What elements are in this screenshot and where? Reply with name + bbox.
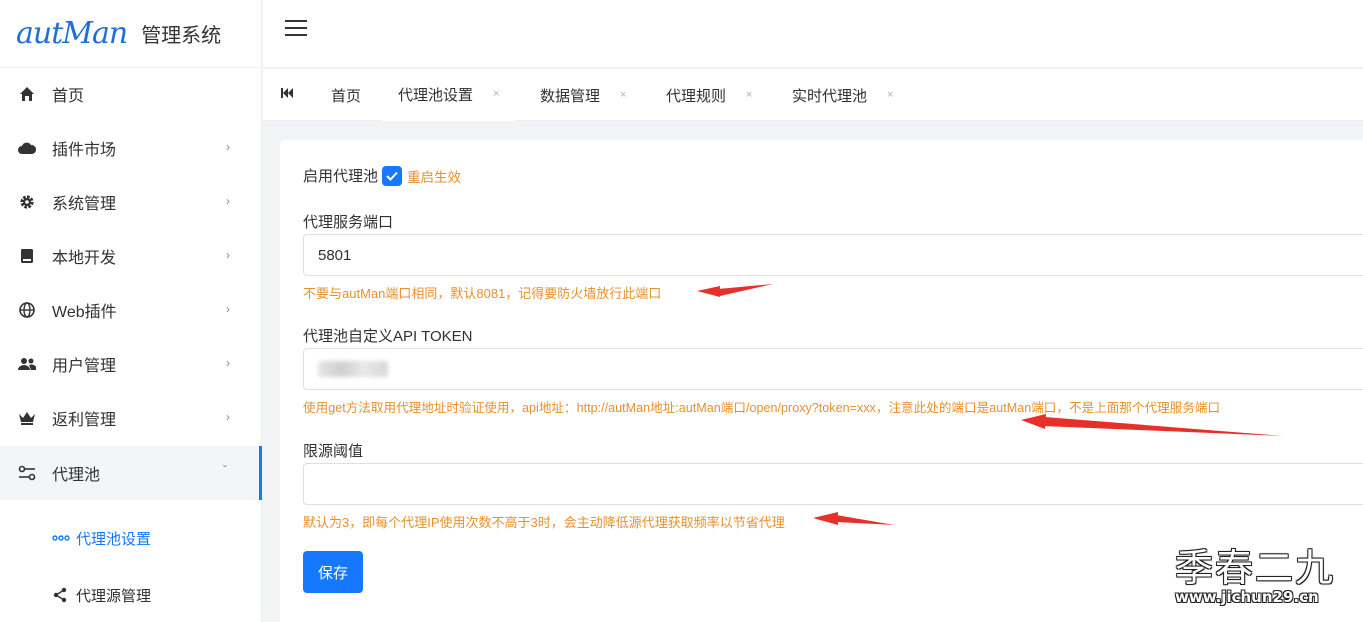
check-icon	[386, 171, 398, 181]
sidebar-item-label: 本地开发	[52, 250, 117, 267]
sidebar-item-label: 用户管理	[52, 358, 117, 375]
tab-bar: 首页 代理池设置 × 数据管理 × 代理规则 × 实时代理池 ×	[263, 69, 1363, 121]
sidebar-subitem-proxy-settings[interactable]: 代理池设置	[0, 511, 262, 565]
port-label: 代理服务端口	[303, 214, 394, 231]
sidebar-subitem-label: 代理池设置	[76, 530, 152, 548]
token-value-blurred	[318, 361, 388, 377]
tab-label: 实时代理池	[792, 87, 868, 105]
sidebar-item-label: 代理池	[52, 467, 101, 484]
tab-label: 代理规则	[666, 87, 727, 105]
tab-label: 数据管理	[540, 87, 601, 105]
cloud-icon	[18, 139, 36, 157]
sidebar-item-rebate[interactable]: 返利管理 ›	[0, 391, 262, 445]
port-input[interactable]: 5801	[303, 234, 1363, 276]
sidebar-item-label: 系统管理	[52, 196, 117, 213]
sidebar-item-label: 返利管理	[52, 412, 117, 429]
brand: autMan 管理系统	[0, 0, 261, 68]
watermark: 季春二九 www.jichun29.cn	[1175, 546, 1345, 606]
port-hint: 不要与autMan端口相同，默认8081，记得要防火墙放行此端口	[303, 286, 662, 301]
enable-checkbox[interactable]	[382, 165, 403, 186]
tab-label: 首页	[331, 87, 362, 105]
threshold-hint: 默认为3，即每个代理IP使用次数不高于3时，会主动降低源代理获取频率以节省代理	[303, 515, 785, 530]
threshold-input[interactable]	[303, 463, 1363, 505]
globe-icon	[18, 301, 36, 319]
tab-home[interactable]: 首页	[331, 69, 361, 121]
sidebar-item-users[interactable]: 用户管理 ›	[0, 337, 262, 391]
sidebar-item-local-dev[interactable]: 本地开发 ›	[0, 229, 262, 283]
tab-proxy-settings[interactable]: 代理池设置 ×	[381, 69, 517, 121]
chevron-right-icon: ›	[226, 140, 230, 154]
chevron-right-icon: ›	[226, 356, 230, 370]
sidebar-item-label: 首页	[52, 88, 85, 105]
watermark-text: 季春二九	[1175, 546, 1336, 590]
sidebar-item-proxy-pool[interactable]: 代理池 ˇ	[0, 446, 262, 500]
enable-note: 重启生效	[407, 169, 462, 185]
menu-toggle-icon[interactable]	[285, 20, 307, 38]
chevron-right-icon: ›	[226, 302, 230, 316]
top-header	[263, 0, 1363, 68]
chevron-right-icon: ›	[226, 248, 230, 262]
sidebar: autMan 管理系统 首页 插件市场 › 系统管理 › 本地开发 › Web插…	[0, 0, 262, 622]
enable-row: 启用代理池 重启生效	[303, 165, 461, 186]
sidebar-subitem-proxy-source[interactable]: 代理源管理	[0, 568, 262, 622]
close-icon[interactable]: ×	[887, 89, 893, 101]
crown-icon	[18, 409, 36, 427]
close-icon[interactable]: ×	[746, 89, 752, 101]
sidebar-item-system[interactable]: 系统管理 ›	[0, 175, 262, 229]
token-label: 代理池自定义API TOKEN	[303, 328, 473, 345]
sidebar-item-label: Web插件	[52, 304, 117, 321]
brand-logo: autMan	[16, 16, 128, 51]
sidebar-subitem-label: 代理源管理	[76, 587, 152, 605]
users-icon	[18, 355, 36, 373]
book-icon	[18, 247, 36, 265]
first-tab-icon[interactable]	[281, 87, 293, 101]
token-hint: 使用get方法取用代理地址时验证使用，api地址：http://autMan地址…	[303, 401, 1221, 415]
sidebar-item-plugin-market[interactable]: 插件市场 ›	[0, 121, 262, 175]
watermark-url: www.jichun29.cn	[1175, 588, 1319, 606]
token-input[interactable]	[303, 348, 1363, 390]
share-icon	[52, 587, 72, 603]
chevron-right-icon: ›	[226, 410, 230, 424]
chevron-right-icon: ›	[226, 194, 230, 208]
chevron-down-icon: ˇ	[223, 463, 227, 477]
brand-title: 管理系统	[141, 23, 222, 47]
tab-proxy-rules[interactable]: 代理规则 ×	[666, 69, 752, 121]
close-icon[interactable]: ×	[493, 88, 499, 100]
save-button[interactable]: 保存	[303, 551, 363, 593]
sidebar-item-home[interactable]: 首页	[0, 67, 262, 121]
enable-label: 启用代理池	[303, 168, 379, 185]
sidebar-item-web-plugin[interactable]: Web插件 ›	[0, 283, 262, 337]
close-icon[interactable]: ×	[620, 89, 626, 101]
dots-icon	[52, 535, 72, 541]
sidebar-item-label: 插件市场	[52, 142, 117, 159]
port-value: 5801	[318, 246, 352, 264]
tab-data-management[interactable]: 数据管理 ×	[540, 69, 626, 121]
tab-realtime-proxy-pool[interactable]: 实时代理池 ×	[792, 69, 893, 121]
proxy-icon	[18, 464, 36, 482]
threshold-label: 限源阈值	[303, 443, 364, 460]
gear-icon	[18, 193, 36, 211]
home-icon	[18, 85, 36, 103]
tab-label: 代理池设置	[398, 86, 474, 104]
